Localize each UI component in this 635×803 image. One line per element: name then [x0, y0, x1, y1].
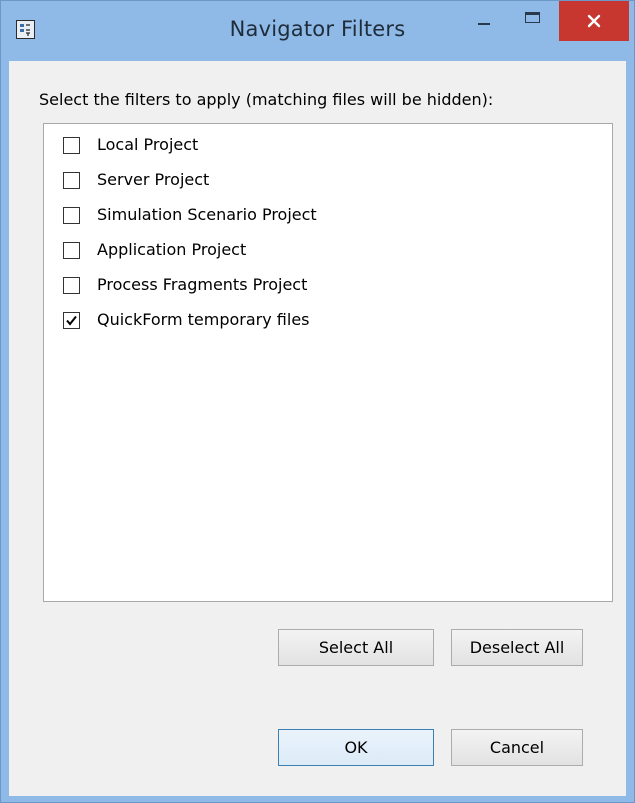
filter-checkbox[interactable]: [63, 172, 80, 189]
instruction-text: Select the filters to apply (matching fi…: [39, 90, 494, 109]
filter-item-simulation-scenario-project[interactable]: Simulation Scenario Project: [44, 200, 604, 232]
filter-label: Server Project: [97, 170, 210, 189]
checkmark-icon: [66, 315, 77, 326]
filter-label: Local Project: [97, 135, 199, 154]
filter-item-process-fragments-project[interactable]: Process Fragments Project: [44, 270, 604, 302]
dialog-client-area: Select the filters to apply (matching fi…: [9, 61, 626, 796]
filter-label: QuickForm temporary files: [97, 310, 310, 329]
filter-item-quickform-temporary-files[interactable]: QuickForm temporary files: [44, 305, 604, 337]
filter-label: Application Project: [97, 240, 247, 259]
title-bar[interactable]: Navigator Filters: [1, 1, 634, 61]
filter-item-application-project[interactable]: Application Project: [44, 235, 604, 267]
filter-item-server-project[interactable]: Server Project: [44, 165, 604, 197]
filter-list[interactable]: Local Project Server Project Simulation …: [43, 123, 613, 602]
filter-checkbox[interactable]: [63, 207, 80, 224]
filter-checkbox[interactable]: [63, 242, 80, 259]
filter-checkbox[interactable]: [63, 137, 80, 154]
maximize-icon: [525, 12, 540, 23]
filter-checkbox[interactable]: [63, 312, 80, 329]
cancel-button[interactable]: Cancel: [451, 729, 583, 766]
filter-checkbox[interactable]: [63, 277, 80, 294]
filter-label: Process Fragments Project: [97, 275, 308, 294]
minimize-icon: [478, 23, 490, 25]
dialog-window: Navigator Filters Select the filters to …: [0, 0, 635, 803]
filter-label: Simulation Scenario Project: [97, 205, 317, 224]
deselect-all-button[interactable]: Deselect All: [451, 629, 583, 666]
close-button[interactable]: [559, 1, 629, 41]
minimize-button[interactable]: [463, 1, 509, 41]
close-icon: [587, 14, 601, 28]
maximize-button[interactable]: [511, 1, 557, 41]
select-all-button[interactable]: Select All: [278, 629, 434, 666]
ok-button[interactable]: OK: [278, 729, 434, 766]
filter-item-local-project[interactable]: Local Project: [44, 130, 604, 162]
